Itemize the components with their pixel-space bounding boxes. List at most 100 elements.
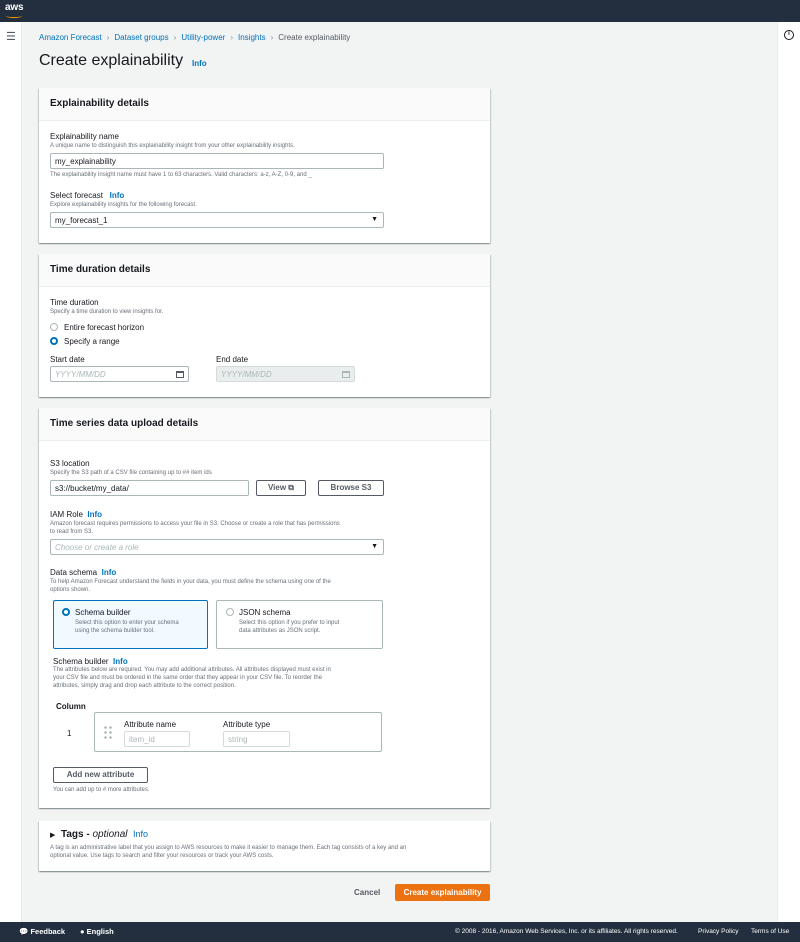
schema-builder-label-text: Schema builder [53, 657, 109, 666]
menu-icon[interactable]: ☰ [6, 30, 16, 43]
iam-role-description-line2: to read from S3. [50, 529, 94, 535]
time-series-upload-panel: Time series data upload details S3 locat… [39, 408, 490, 808]
s3-location-label: S3 location [50, 459, 90, 468]
create-explainability-button[interactable]: Create explainability [395, 884, 490, 901]
specify-range-radio[interactable] [50, 337, 58, 345]
end-date-placeholder: YYYY/MM/DD [221, 370, 272, 379]
aws-logo[interactable]: aws [5, 2, 24, 13]
time-duration-description: Specify a time duration to view insights… [50, 309, 164, 315]
data-schema-info-link[interactable]: Info [102, 568, 117, 577]
breadcrumb-separator-icon: › [270, 33, 274, 42]
iam-role-label-text: IAM Role [50, 510, 83, 519]
entire-horizon-radio[interactable] [50, 323, 58, 331]
breadcrumb-separator-icon: › [106, 33, 110, 42]
caret-right-icon: ▶ [50, 832, 56, 839]
view-button-label: View [267, 483, 287, 492]
json-schema-radio[interactable] [226, 608, 234, 616]
start-date-input[interactable]: YYYY/MM/DD [50, 366, 189, 382]
start-date-label: Start date [50, 355, 85, 364]
add-new-attribute-button[interactable]: Add new attribute [53, 767, 148, 783]
select-forecast-dropdown[interactable]: my_forecast_1 ▼ [50, 212, 384, 228]
external-link-icon: ⧉ [288, 483, 295, 492]
cancel-button[interactable]: Cancel [354, 888, 380, 897]
schema-builder-info-link[interactable]: Info [113, 657, 128, 666]
breadcrumb-current: Create explainability [278, 33, 351, 42]
iam-role-description-line1: Amazon forecast requires permissions to … [50, 521, 340, 527]
aws-logo-smile-icon [6, 14, 22, 18]
json-schema-tile[interactable]: JSON schema Select this option if you pr… [216, 600, 383, 649]
attribute-type-input: string [223, 731, 290, 747]
time-duration-panel: Time duration details Time duration Spec… [39, 254, 490, 397]
end-date-input: YYYY/MM/DD [216, 366, 355, 382]
globe-icon: ● [80, 927, 85, 936]
data-schema-label-text: Data schema [50, 568, 98, 577]
privacy-policy-link[interactable]: Privacy Policy [698, 928, 738, 935]
select-forecast-description: Explore explainability insights for the … [50, 202, 197, 208]
calendar-icon[interactable] [176, 371, 184, 378]
schema-builder-description-line1: The attributes below are required. You m… [53, 667, 331, 673]
tags-description-line1: A tag is an administrative label that yo… [50, 845, 407, 851]
drag-handle-icon[interactable] [103, 725, 113, 739]
data-schema-label: Data schema Info [50, 568, 116, 577]
terms-of-use-link[interactable]: Terms of Use [751, 928, 789, 935]
breadcrumb-insights[interactable]: Insights [238, 33, 266, 42]
page-title-info-link[interactable]: Info [192, 59, 207, 68]
entire-horizon-label[interactable]: Entire forecast horizon [64, 323, 144, 332]
breadcrumb-amazon-forecast[interactable]: Amazon Forecast [39, 33, 102, 42]
specify-range-label[interactable]: Specify a range [64, 337, 120, 346]
schema-builder-tile-desc-line2: using the schema builder tool. [75, 628, 155, 634]
caret-down-icon: ▼ [371, 216, 378, 223]
feedback-link[interactable]: 💬 Feedback [19, 927, 65, 936]
json-schema-tile-desc-line1: Select this option if you prefer to inpu… [239, 620, 340, 626]
column-header: Column [56, 702, 86, 711]
iam-role-dropdown[interactable]: Choose or create a role ▼ [50, 539, 384, 555]
explainability-name-constraint: The explainability insight name must hav… [50, 172, 312, 178]
page-title: Create explainability [39, 52, 184, 69]
breadcrumb-utility-power[interactable]: Utility-power [181, 33, 225, 42]
explainability-name-input[interactable]: my_explainability [50, 153, 384, 169]
json-schema-tile-title: JSON schema [239, 608, 291, 617]
left-navigation-rail: ☰ [0, 22, 22, 922]
tags-info-link[interactable]: Info [133, 829, 148, 839]
tags-panel: ▶ Tags - optional Info A tag is an admin… [39, 821, 490, 871]
s3-location-description: Specify the S3 path of a CSV file contai… [50, 470, 212, 476]
panel-heading: Time series data upload details [39, 408, 490, 441]
panel-heading: Explainability details [39, 88, 490, 121]
help-info-icon[interactable]: i [784, 30, 794, 40]
select-forecast-info-link[interactable]: Info [110, 191, 125, 200]
data-schema-description-line1: To help Amazon Forecast understand the f… [50, 579, 331, 585]
feedback-label: Feedback [30, 927, 66, 936]
schema-builder-tile[interactable]: Schema builder Select this option to ent… [53, 600, 208, 649]
attribute-row[interactable]: Attribute name item_id Attribute type st… [94, 712, 382, 752]
explainability-name-description: A unique name to distinguish this explai… [50, 143, 295, 149]
add-attribute-hint: You can add up to # more attributes. [53, 787, 150, 793]
feedback-icon: 💬 [19, 927, 29, 936]
calendar-icon [342, 371, 350, 378]
s3-location-input[interactable]: s3://bucket/my_data/ [50, 480, 249, 496]
breadcrumb-separator-icon: › [173, 33, 177, 42]
browse-s3-button[interactable]: Browse S3 [318, 480, 384, 496]
language-label: English [86, 927, 114, 936]
iam-role-info-link[interactable]: Info [87, 510, 102, 519]
row-number: 1 [67, 729, 72, 738]
time-duration-label: Time duration [50, 298, 99, 307]
language-selector[interactable]: ● English [80, 927, 114, 936]
schema-builder-radio[interactable] [62, 608, 70, 616]
view-button[interactable]: View ⧉ [256, 480, 306, 496]
attribute-type-header: Attribute type [223, 720, 271, 729]
schema-builder-description-line2: your CSV file and must be ordered in the… [53, 675, 323, 681]
footer: 💬 Feedback ● English © 2008 - 2016, Amaz… [0, 922, 800, 942]
schema-builder-tile-title: Schema builder [75, 608, 131, 617]
schema-builder-description-line3: attributes, simply drag and drop each at… [53, 683, 236, 689]
iam-role-label: IAM Role Info [50, 510, 102, 519]
json-schema-tile-desc-line2: data attributes as JSON script. [239, 628, 321, 634]
tags-expander[interactable]: ▶ Tags - optional Info [50, 829, 148, 840]
attribute-type-value: string [228, 735, 248, 744]
breadcrumb-separator-icon: › [230, 33, 233, 42]
tags-title: Tags - [60, 829, 90, 840]
schema-builder-label: Schema builder Info [53, 657, 128, 666]
attribute-name-value: item_id [129, 735, 155, 744]
tags-description-line2: optional value. Use tags to search and f… [50, 853, 274, 859]
breadcrumb-dataset-groups[interactable]: Dataset groups [114, 33, 168, 42]
start-date-placeholder: YYYY/MM/DD [55, 370, 106, 379]
